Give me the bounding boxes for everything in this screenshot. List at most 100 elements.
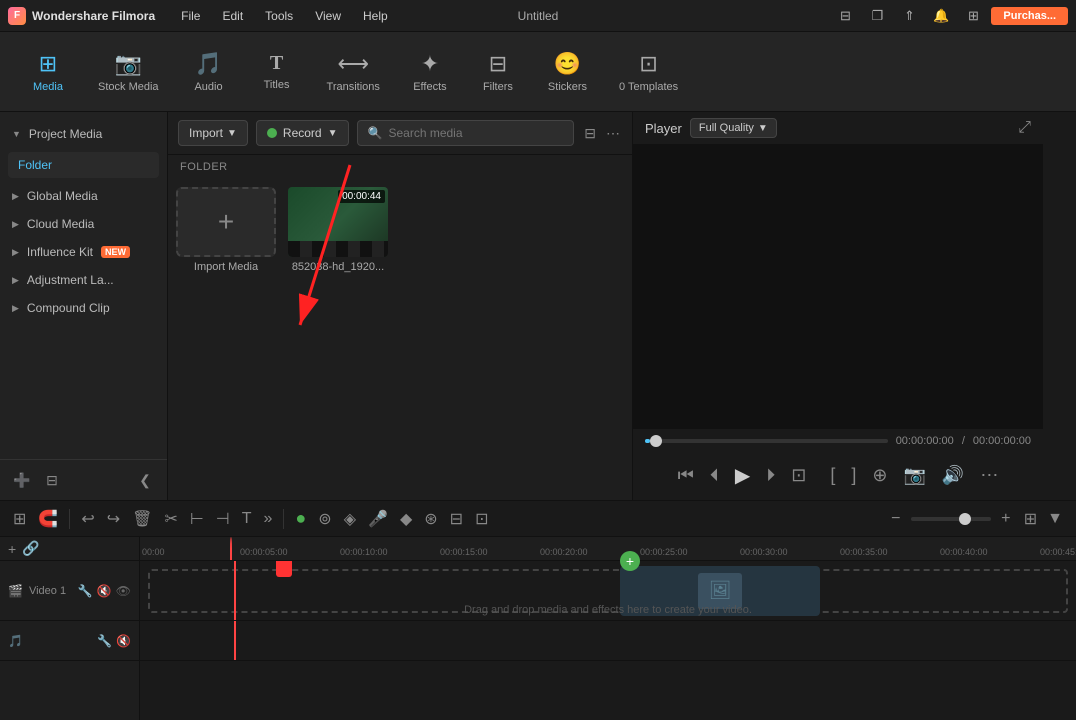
ruler-mark-20: 00:00:20:00 xyxy=(540,547,588,557)
snap-btn[interactable]: ● xyxy=(292,505,309,532)
add-to-timeline-btn[interactable]: ⊕ xyxy=(868,461,891,490)
toolbar-transitions[interactable]: ⟷ Transitions xyxy=(313,43,394,101)
notifications-btn[interactable]: 🔔 xyxy=(927,5,955,27)
ruler-mark-40: 00:00:40:00 xyxy=(940,547,988,557)
menu-bar: File Edit Tools View Help xyxy=(171,5,831,27)
chevron-right-icon-influence: ▶ xyxy=(12,247,19,258)
audio-track-mute-icon[interactable]: 🔇 xyxy=(116,634,131,648)
audio-track-settings-icon[interactable]: 🔧 xyxy=(97,634,112,648)
menu-edit[interactable]: Edit xyxy=(212,5,253,27)
toolbar-titles-label: Titles xyxy=(264,79,290,91)
skip-back-btn[interactable]: ⏮ xyxy=(674,461,698,490)
play-button[interactable]: ▶ xyxy=(731,459,754,492)
video-track-icon: 🎬 xyxy=(8,584,23,598)
sidebar: ▼ Project Media Folder ▶ Global Media ▶ … xyxy=(0,112,168,500)
video-track-settings-icon[interactable]: 🔧 xyxy=(78,584,93,598)
toolbar-media[interactable]: ⊞ Media xyxy=(16,43,80,101)
collapse-sidebar-btn[interactable]: ❮ xyxy=(133,468,157,492)
step-back-btn[interactable]: ⏴ xyxy=(706,461,723,490)
sidebar-item-influence-kit[interactable]: ▶ Influence Kit NEW xyxy=(0,238,167,266)
stock-icon: 📷 xyxy=(115,51,142,77)
scene-detect-btn[interactable]: ⊛ xyxy=(421,506,440,532)
toolbar-audio[interactable]: 🎵 Audio xyxy=(177,43,241,101)
toolbar-stickers[interactable]: 😊 Stickers xyxy=(534,43,601,101)
lock-tracks-btn[interactable]: 🔗 xyxy=(22,540,39,557)
ripple-btn[interactable]: ⊚ xyxy=(315,506,334,532)
voice-btn[interactable]: 🎤 xyxy=(365,506,391,532)
more-layout-btn[interactable]: ▼ xyxy=(1044,507,1066,531)
snapshot-btn[interactable]: 📷 xyxy=(899,461,929,490)
mark-out-btn[interactable]: ] xyxy=(847,461,860,490)
search-input[interactable] xyxy=(388,126,563,140)
stop-btn[interactable]: ⊡ xyxy=(787,461,810,490)
video-clip-item[interactable]: 00:00:44 852038-hd_1920... xyxy=(288,187,388,273)
step-forward-btn[interactable]: ⏵ xyxy=(762,461,779,490)
toolbar-effects[interactable]: ✦ Effects xyxy=(398,43,462,101)
sidebar-item-cloud-media[interactable]: ▶ Cloud Media xyxy=(0,210,167,238)
more-btn[interactable]: ⋯ xyxy=(976,461,1002,490)
new-badge: NEW xyxy=(101,246,130,258)
keyframe-btn[interactable]: ◆ xyxy=(397,506,415,532)
add-to-timeline-plus-btn[interactable]: + xyxy=(620,551,640,571)
toolbar-titles[interactable]: T Titles xyxy=(245,44,309,99)
import-button[interactable]: Import ▼ xyxy=(178,120,248,146)
sidebar-item-compound-clip[interactable]: ▶ Compound Clip xyxy=(0,294,167,322)
remove-folder-btn[interactable]: ⊟ xyxy=(40,468,64,492)
cut-btn[interactable]: ✂ xyxy=(161,506,180,532)
apps-btn[interactable]: ⊞ xyxy=(959,5,987,27)
zoom-handle[interactable] xyxy=(959,513,971,525)
import-media-box[interactable]: + xyxy=(176,187,276,257)
redo-btn[interactable]: ↪ xyxy=(104,506,123,532)
quality-select[interactable]: Full Quality ▼ xyxy=(690,118,777,138)
sidebar-item-global-media[interactable]: ▶ Global Media xyxy=(0,182,167,210)
volume-btn[interactable]: 🔊 xyxy=(938,461,968,490)
marker-btn[interactable]: ◈ xyxy=(341,506,359,532)
toolbar-templates[interactable]: ⊡ 0 Templates xyxy=(605,43,692,101)
split-btn[interactable]: ⊢ xyxy=(187,506,207,532)
stickers-icon: 😊 xyxy=(554,51,581,77)
menu-view[interactable]: View xyxy=(305,5,351,27)
add-video-track-btn[interactable]: + xyxy=(8,541,16,557)
sidebar-item-project-media[interactable]: ▼ Project Media xyxy=(0,120,167,148)
filter-icon[interactable]: ⊟ xyxy=(582,123,598,144)
progress-handle[interactable] xyxy=(650,435,662,447)
more-options-icon[interactable]: ⋯ xyxy=(604,123,622,144)
player-expand-icon[interactable]: ⤢ xyxy=(1018,119,1031,137)
audio-detach-btn[interactable]: ⊣ xyxy=(213,506,233,532)
more-timeline-btn[interactable]: » xyxy=(261,507,276,531)
video-track-visibility-icon[interactable]: 👁 xyxy=(116,584,131,598)
maximize-btn[interactable]: ❐ xyxy=(863,5,891,27)
add-folder-btn[interactable]: ➕ xyxy=(10,468,34,492)
overlay-btn[interactable]: ⊡ xyxy=(472,506,491,532)
toolbar-filters[interactable]: ⊟ Filters xyxy=(466,43,530,101)
progress-track[interactable] xyxy=(645,439,888,443)
import-media-item[interactable]: + Import Media xyxy=(176,187,276,273)
mark-in-btn[interactable]: [ xyxy=(826,461,839,490)
timeline-content: + 🔗 🎬 Video 1 🔧 🔇 👁 🎵 🔧 🔇 xyxy=(0,537,1076,720)
sidebar-item-adjustment[interactable]: ▶ Adjustment La... xyxy=(0,266,167,294)
player-progress-bar[interactable]: 00:00:00:00 / 00:00:00:00 xyxy=(633,429,1043,453)
magnetic-btn[interactable]: 🧲 xyxy=(35,506,61,532)
menu-help[interactable]: Help xyxy=(353,5,398,27)
delete-btn[interactable]: 🗑 xyxy=(129,506,155,532)
layout-btn[interactable]: ⊞ xyxy=(1021,506,1040,532)
menu-file[interactable]: File xyxy=(171,5,210,27)
zoom-out-btn[interactable]: − xyxy=(885,508,907,530)
pip-btn[interactable]: ⊟ xyxy=(447,506,466,532)
menu-tools[interactable]: Tools xyxy=(255,5,303,27)
store-btn[interactable]: ⇑ xyxy=(895,5,923,27)
minimize-btn[interactable]: ⊟ xyxy=(831,5,859,27)
add-track-btn[interactable]: ⊞ xyxy=(10,506,29,532)
ruler-mark-25: 00:00:25:00 xyxy=(640,547,688,557)
text-btn[interactable]: T xyxy=(239,507,255,531)
video-track-mute-icon[interactable]: 🔇 xyxy=(97,584,112,598)
undo-btn[interactable]: ↩ xyxy=(78,506,97,532)
sidebar-folder[interactable]: Folder xyxy=(8,152,159,178)
record-button[interactable]: Record ▼ xyxy=(256,120,349,146)
zoom-in-btn[interactable]: + xyxy=(995,508,1017,530)
app-logo: F Wondershare Filmora xyxy=(8,7,155,25)
search-box[interactable]: 🔍 xyxy=(357,120,575,146)
purchase-button[interactable]: Purchas... xyxy=(991,7,1068,25)
zoom-slider[interactable] xyxy=(911,517,991,521)
toolbar-stock-media[interactable]: 📷 Stock Media xyxy=(84,43,173,101)
